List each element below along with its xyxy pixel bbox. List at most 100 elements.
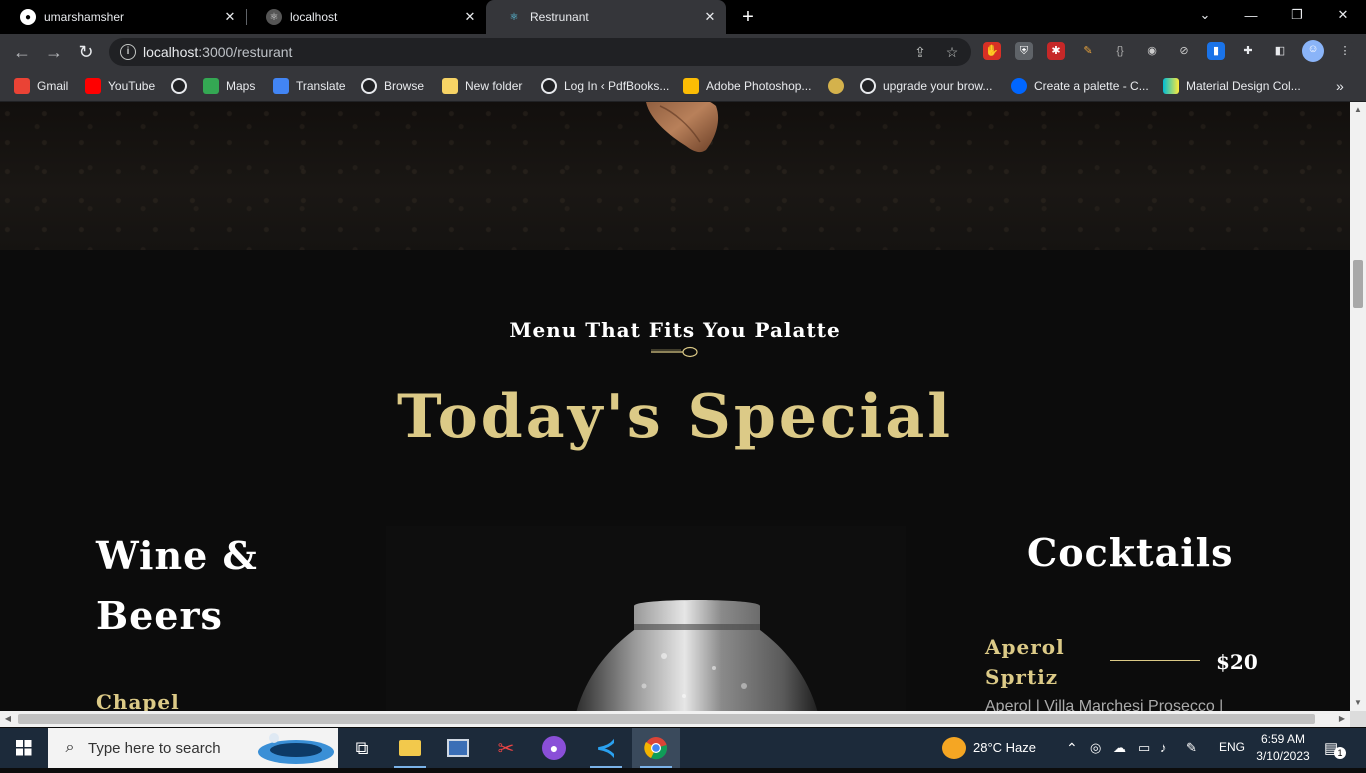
reload-icon[interactable]: ↻ — [74, 40, 98, 64]
bookmark-upgrade-browser[interactable]: upgrade your brow... — [860, 76, 992, 96]
shield-extension-icon[interactable]: ⛨ — [1015, 42, 1033, 60]
menu-kebab-icon[interactable]: ⋮ — [1336, 42, 1354, 60]
file-explorer-button[interactable] — [386, 728, 434, 768]
adblock-extension-icon[interactable]: ✋ — [983, 42, 1001, 60]
shaker-graphic — [576, 600, 818, 711]
bookmark-eye[interactable] — [828, 76, 851, 96]
close-tab-icon[interactable]: ✕ — [462, 9, 478, 25]
bookmark-browse[interactable]: Browse — [361, 76, 424, 96]
vertical-scrollbar[interactable]: ▲ ▼ — [1350, 102, 1366, 711]
taskbar-search-input[interactable]: ⌕ Type here to search — [48, 728, 338, 768]
chrome-button[interactable] — [632, 728, 680, 768]
tab-localhost[interactable]: ⚛ localhost ✕ — [246, 0, 486, 34]
tab-search-icon[interactable]: ⌄ — [1182, 0, 1228, 30]
horizontal-scrollbar[interactable]: ◀ ▶ — [0, 711, 1350, 727]
vscode-icon: ≺ — [595, 734, 617, 762]
meet-now-icon[interactable]: ◎ — [1090, 740, 1101, 756]
back-icon[interactable]: ← — [10, 40, 34, 64]
compass-extension-icon[interactable]: ⊘ — [1175, 42, 1193, 60]
side-panel-icon[interactable]: ◧ — [1271, 42, 1289, 60]
price-divider — [1110, 660, 1200, 661]
bookmark-youtube[interactable]: YouTube — [85, 76, 155, 96]
clock-time: 6:59 AM — [1260, 732, 1306, 746]
close-window-button[interactable]: ✕ — [1320, 0, 1366, 30]
forward-icon[interactable]: → — [42, 40, 66, 64]
scroll-down-icon[interactable]: ▼ — [1350, 695, 1366, 711]
bookmark-gmail[interactable]: Gmail — [14, 76, 68, 96]
tab-github[interactable]: ● umarshamsher ✕ — [0, 0, 246, 34]
battery-icon[interactable]: ▭ — [1138, 740, 1150, 756]
youtube-icon — [85, 78, 101, 94]
url-text[interactable]: localhost:3000/resturant — [143, 44, 292, 60]
weather-sun-icon — [942, 737, 966, 759]
scrollbar-corner — [1350, 711, 1366, 727]
restore-button[interactable]: ❐ — [1274, 0, 1320, 30]
tab-title: localhost — [290, 10, 338, 24]
scroll-right-icon[interactable]: ▶ — [1334, 711, 1350, 727]
bookmark-adobe-photoshop[interactable]: Adobe Photoshop... — [683, 76, 811, 96]
extension-icon[interactable]: {} — [1111, 42, 1129, 60]
github-desktop-button[interactable]: ● — [530, 728, 578, 768]
close-tab-icon[interactable]: ✕ — [222, 9, 238, 25]
volume-icon[interactable]: ♪ — [1160, 740, 1167, 755]
weather-text[interactable]: 28°C Haze — [973, 740, 1036, 755]
tab-title: Restrunant — [530, 10, 589, 24]
bookmarks-bar: Gmail YouTube Maps Translate Browse New … — [0, 70, 1366, 102]
share-icon[interactable]: ⇪ — [911, 43, 929, 61]
bookmark-new-folder[interactable]: New folder — [442, 76, 522, 96]
wine-item-name: Chapel — [96, 690, 180, 711]
vscode-button[interactable]: ≺ — [582, 728, 630, 768]
wine-beers-heading: Wine & Beers — [96, 533, 258, 638]
scroll-up-icon[interactable]: ▲ — [1350, 102, 1366, 118]
app-button[interactable] — [434, 728, 482, 768]
snipping-tool-button[interactable]: ✂ — [482, 728, 530, 768]
globe-icon — [860, 78, 876, 94]
close-tab-icon[interactable]: ✕ — [702, 9, 718, 25]
gmail-icon — [14, 78, 30, 94]
new-tab-button[interactable]: + — [737, 7, 759, 27]
clock[interactable]: 6:59 AM 3/10/2023 — [1255, 731, 1311, 765]
notification-count-badge: 1 — [1334, 747, 1346, 759]
bookmark-globe[interactable] — [171, 76, 194, 96]
windows-logo-icon — [16, 740, 32, 756]
folder-icon — [399, 740, 421, 756]
tab-title: umarshamsher — [44, 10, 125, 24]
vertical-scroll-thumb[interactable] — [1353, 260, 1363, 308]
bookmark-coolors[interactable]: Create a palette - C... — [1011, 76, 1149, 96]
show-hidden-icons[interactable]: ⌃ — [1066, 740, 1078, 757]
extensions-puzzle-icon[interactable]: ✚ — [1239, 42, 1257, 60]
pen-icon[interactable]: ✎ — [1186, 740, 1197, 756]
camera-extension-icon[interactable]: ◉ — [1143, 42, 1161, 60]
site-info-icon[interactable]: i — [120, 44, 136, 60]
cocktail-item-price: $20 — [1216, 650, 1258, 674]
language-indicator[interactable]: ENG — [1219, 740, 1245, 754]
translate-icon — [273, 78, 289, 94]
react-icon: ⚛ — [509, 11, 519, 23]
horizontal-scroll-thumb[interactable] — [18, 714, 1315, 724]
more-bookmarks-icon[interactable]: » — [1336, 76, 1344, 96]
bookmark-translate[interactable]: Translate — [273, 76, 346, 96]
bookmark-pdfbooks[interactable]: Log In ‹ PdfBooks... — [541, 76, 669, 96]
cocktail-shaker-image — [386, 526, 906, 711]
extension-icon[interactable]: ▮ — [1207, 42, 1225, 60]
tab-strip: ● umarshamsher ✕ ⚛ localhost ✕ ⚛ Restrun… — [0, 0, 1366, 34]
start-button[interactable] — [0, 728, 48, 768]
page-viewport: Menu That Fits You Palatte Today's Speci… — [0, 102, 1350, 711]
notification-center-button[interactable]: ▤ 1 — [1324, 739, 1346, 759]
github-icon: ● — [20, 9, 36, 25]
task-view-button[interactable]: ⧉ — [338, 728, 386, 768]
extension-icon[interactable]: ✱ — [1047, 42, 1065, 60]
task-view-icon: ⧉ — [355, 737, 369, 758]
folder-icon — [442, 78, 458, 94]
extension-icon[interactable]: ✎ — [1079, 42, 1097, 60]
minimize-button[interactable]: — — [1228, 0, 1274, 30]
bookmark-maps[interactable]: Maps — [203, 76, 255, 96]
onedrive-cloud-icon[interactable]: ☁ — [1113, 740, 1126, 756]
bookmark-star-icon[interactable]: ☆ — [943, 43, 961, 61]
bookmark-material-design[interactable]: Material Design Col... — [1163, 76, 1301, 96]
search-placeholder: Type here to search — [88, 740, 221, 757]
profile-avatar[interactable]: ☺ — [1302, 40, 1324, 62]
scroll-left-icon[interactable]: ◀ — [0, 711, 16, 727]
address-bar[interactable]: i localhost:3000/resturant ⇪ ☆ — [109, 38, 971, 66]
tab-restrunant[interactable]: ⚛ Restrunant ✕ — [486, 0, 726, 34]
